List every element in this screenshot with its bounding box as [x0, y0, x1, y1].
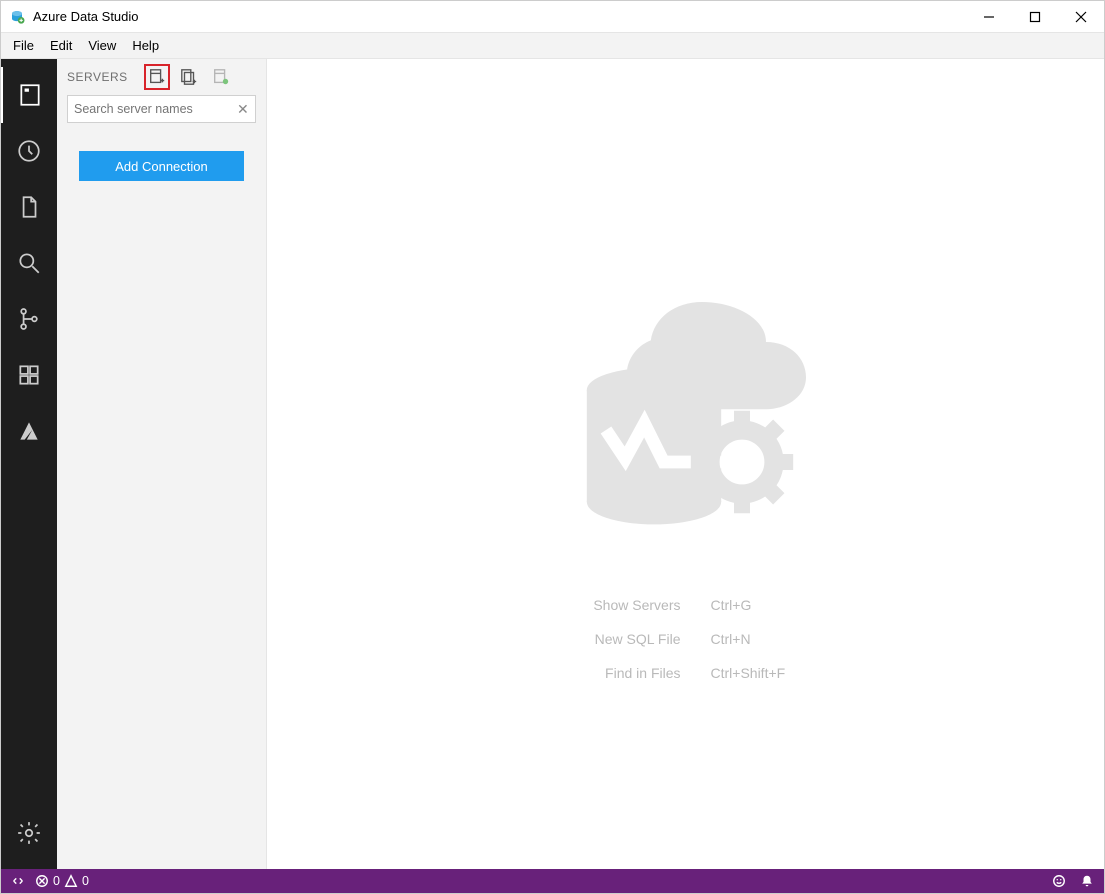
menu-file[interactable]: File [5, 38, 42, 53]
status-bar: 0 0 [1, 869, 1104, 893]
welcome-label: Find in Files [541, 656, 681, 690]
activity-azure-icon[interactable] [1, 403, 57, 459]
welcome-row: Find in Files Ctrl+Shift+F [541, 656, 831, 690]
status-problems[interactable]: 0 0 [35, 874, 89, 888]
activity-bar [1, 59, 57, 869]
main-area: SERVERS ✕ Add Connection [1, 59, 1104, 869]
server-search-box[interactable]: ✕ [67, 95, 256, 123]
servers-sidebar: SERVERS ✕ Add Connection [57, 59, 267, 869]
status-errors-count: 0 [53, 874, 60, 888]
app-icon [7, 7, 27, 27]
activity-explorer-icon[interactable] [1, 179, 57, 235]
menu-bar: File Edit View Help [1, 33, 1104, 59]
add-connection-button[interactable]: Add Connection [79, 151, 244, 181]
welcome-label: Show Servers [541, 588, 681, 622]
welcome-hero-icon [526, 238, 846, 558]
server-search-input[interactable] [74, 102, 235, 116]
activity-settings-icon[interactable] [1, 805, 57, 861]
maximize-button[interactable] [1012, 1, 1058, 33]
welcome-shortcut: Ctrl+Shift+F [711, 656, 831, 690]
welcome-shortcut: Ctrl+N [711, 622, 831, 656]
welcome-shortcuts: Show Servers Ctrl+G New SQL File Ctrl+N … [541, 588, 831, 690]
minimize-button[interactable] [966, 1, 1012, 33]
active-connections-icon[interactable] [208, 64, 234, 90]
welcome-shortcut: Ctrl+G [711, 588, 831, 622]
menu-edit[interactable]: Edit [42, 38, 80, 53]
new-connection-icon[interactable] [144, 64, 170, 90]
status-notifications-icon[interactable] [1080, 874, 1094, 888]
close-button[interactable] [1058, 1, 1104, 33]
welcome-row: New SQL File Ctrl+N [541, 622, 831, 656]
clear-search-icon[interactable]: ✕ [235, 101, 251, 118]
status-warnings-count: 0 [82, 874, 89, 888]
activity-search-icon[interactable] [1, 235, 57, 291]
app-title: Azure Data Studio [33, 9, 139, 24]
sidebar-header: SERVERS [57, 59, 266, 95]
activity-extensions-icon[interactable] [1, 347, 57, 403]
activity-tasks-icon[interactable] [1, 123, 57, 179]
welcome-row: Show Servers Ctrl+G [541, 588, 831, 622]
new-server-group-icon[interactable] [176, 64, 202, 90]
welcome-pane: Show Servers Ctrl+G New SQL File Ctrl+N … [267, 59, 1104, 869]
status-remote-icon[interactable] [11, 874, 25, 888]
activity-servers-icon[interactable] [1, 67, 57, 123]
sidebar-title: SERVERS [67, 70, 128, 84]
welcome-label: New SQL File [541, 622, 681, 656]
activity-source-control-icon[interactable] [1, 291, 57, 347]
menu-view[interactable]: View [80, 38, 124, 53]
title-bar: Azure Data Studio [1, 1, 1104, 33]
menu-help[interactable]: Help [124, 38, 167, 53]
status-feedback-icon[interactable] [1052, 874, 1066, 888]
